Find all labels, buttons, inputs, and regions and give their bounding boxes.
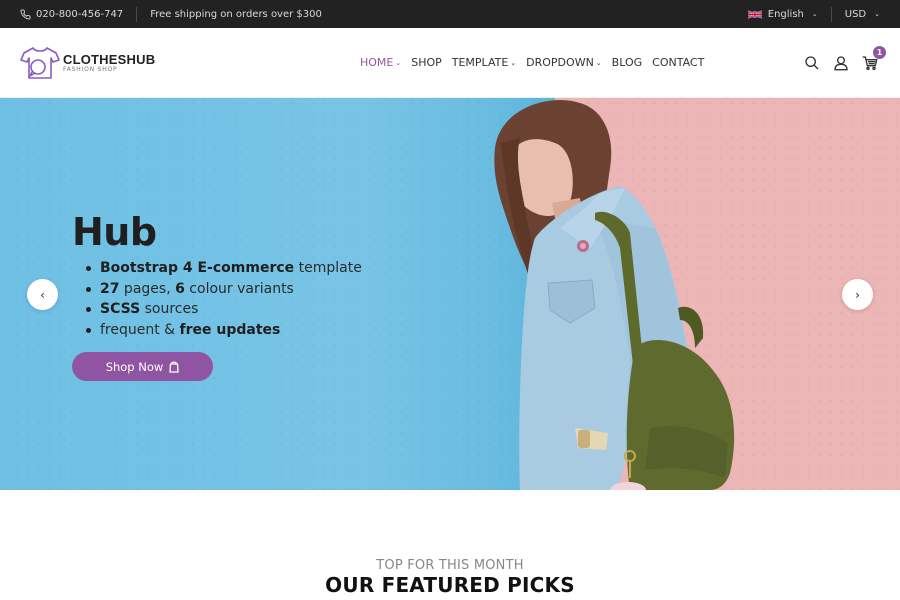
nav-dropdown[interactable]: DROPDOWN ⌄ <box>526 56 602 69</box>
uk-flag-icon <box>747 9 762 19</box>
nav-blog[interactable]: BLOG <box>612 56 642 69</box>
feature-item: frequent & free updates <box>86 320 362 341</box>
nav-shop[interactable]: SHOP <box>411 56 442 69</box>
chevron-down-icon: ⌄ <box>510 58 517 67</box>
cart-button[interactable]: 1 <box>862 45 886 71</box>
hero-title: Hub <box>72 210 157 254</box>
currency-label: USD <box>844 8 867 20</box>
language-selector[interactable]: English ⌄ <box>747 8 818 20</box>
main-nav: HOME ⌄ SHOP TEMPLATE ⌄ DROPDOWN ⌄ BLOG CONT… <box>360 56 704 69</box>
feature-text: colour variants <box>184 280 294 297</box>
chevron-down-icon: ⌄ <box>874 10 880 18</box>
featured-kicker: TOP FOR THIS MONTH <box>376 558 524 573</box>
chevron-down-icon: ⌄ <box>595 58 602 67</box>
feature-bold: free updates <box>179 321 281 338</box>
tshirt-logo-icon <box>20 46 60 79</box>
shopping-bag-icon <box>169 360 180 373</box>
chevron-right-icon: › <box>855 287 860 302</box>
featured-section: TOP FOR THIS MONTH OUR FEATURED PICKS <box>0 490 900 597</box>
shop-now-label: Shop Now <box>105 359 164 374</box>
carousel-prev-button[interactable]: ‹ <box>27 279 58 310</box>
nav-shop-label: SHOP <box>411 56 442 69</box>
feature-text: frequent & <box>100 321 180 338</box>
hero-model-image <box>494 100 735 490</box>
phone-icon <box>20 8 31 19</box>
feature-text: sources <box>140 301 199 317</box>
featured-title: OUR FEATURED PICKS <box>325 573 575 597</box>
feature-item: 27 pages, 6 colour variants <box>86 279 362 300</box>
language-label: English <box>767 8 804 20</box>
header-actions: 1 <box>804 45 886 71</box>
divider <box>830 6 832 22</box>
search-icon <box>805 55 819 69</box>
hero-carousel: Hub Bootstrap 4 E-commerce template 27 p… <box>0 98 900 490</box>
feature-text: template <box>294 260 362 276</box>
hero-content: Hub Bootstrap 4 E-commerce template 27 p… <box>72 210 362 381</box>
feature-bold: SCSS <box>100 301 141 317</box>
nav-blog-label: BLOG <box>611 56 643 69</box>
top-bar: 020-800-456-747 Free shipping on orders … <box>0 0 900 28</box>
nav-contact-label: CONTACT <box>652 56 705 69</box>
logo-name: CLOTHESHUB <box>63 52 156 67</box>
search-button[interactable] <box>804 55 820 71</box>
user-icon <box>834 55 848 70</box>
feature-item: SCSS sources <box>86 299 362 320</box>
feature-bold: 27 <box>100 280 120 297</box>
nav-home[interactable]: HOME ⌄ <box>360 56 401 69</box>
feature-text: pages, <box>119 280 176 297</box>
nav-contact[interactable]: CONTACT <box>652 56 704 69</box>
shop-now-button[interactable]: Shop Now <box>72 352 213 381</box>
chevron-down-icon: ⌄ <box>811 10 818 18</box>
chevron-left-icon: ‹ <box>40 287 45 302</box>
feature-bold: Bootstrap 4 E-commerce <box>100 260 295 276</box>
account-button[interactable] <box>833 55 849 71</box>
nav-template-label: TEMPLATE <box>451 56 509 69</box>
currency-selector[interactable]: USD ⌄ <box>845 9 880 20</box>
phone-contact[interactable]: 020-800-456-747 <box>20 9 123 20</box>
logo-tagline: FASHION SHOP <box>63 66 118 73</box>
divider <box>136 6 138 22</box>
nav-home-label: HOME <box>359 56 394 69</box>
phone-number: 020-800-456-747 <box>36 8 124 20</box>
main-header: CLOTHESHUB FASHION SHOP HOME ⌄ SHOP TEMPL… <box>0 28 900 98</box>
chevron-down-icon: ⌄ <box>395 58 402 67</box>
cart-count-badge: 1 <box>873 45 886 59</box>
shipping-notice: Free shipping on orders over $300 <box>150 8 322 20</box>
carousel-next-button[interactable]: › <box>842 279 873 310</box>
nav-template[interactable]: TEMPLATE ⌄ <box>452 56 516 69</box>
feature-bold: 6 <box>175 280 185 297</box>
hero-feature-list: Bootstrap 4 E-commerce template 27 pages… <box>86 258 362 341</box>
logo[interactable]: CLOTHESHUB FASHION SHOP <box>20 45 155 81</box>
feature-item: Bootstrap 4 E-commerce template <box>86 258 362 279</box>
nav-dropdown-label: DROPDOWN <box>526 56 594 69</box>
